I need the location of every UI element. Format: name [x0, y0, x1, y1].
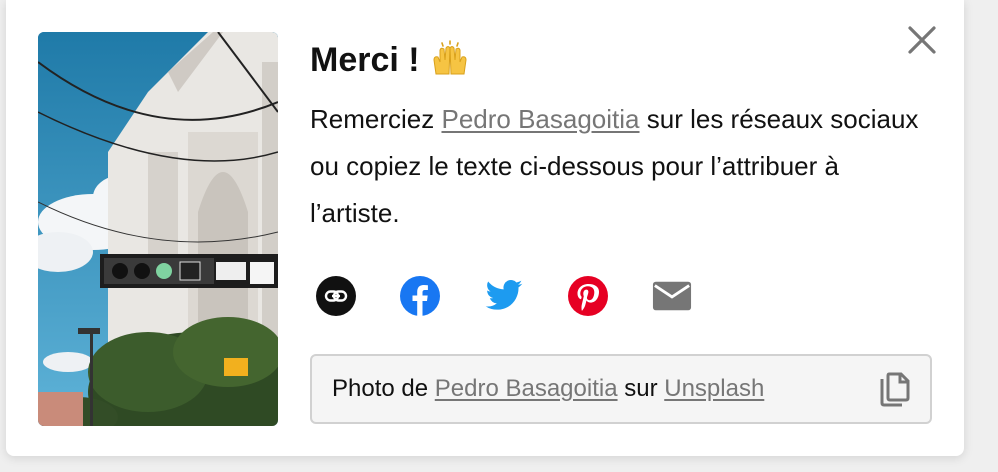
thanks-dialog: Merci ! Remerciez Pedro Basagoitia sur l… [6, 0, 964, 456]
copy-link-button[interactable] [316, 276, 356, 316]
copy-icon [880, 372, 910, 407]
twitter-share-button[interactable] [484, 276, 524, 316]
street-photo-image [38, 32, 278, 426]
photo-thumbnail [38, 32, 278, 426]
dialog-description: Remerciez Pedro Basagoitia sur les résea… [310, 96, 930, 237]
link-icon [316, 276, 356, 316]
email-icon [652, 281, 692, 311]
twitter-icon [485, 280, 523, 310]
facebook-icon [400, 276, 440, 316]
raising-hands-emoji-icon [430, 40, 470, 80]
unsplash-link[interactable]: Unsplash [664, 375, 764, 403]
attribution-middle: sur [617, 375, 665, 402]
dialog-title: Merci ! [310, 40, 470, 80]
close-icon [908, 26, 936, 54]
dialog-title-text: Merci ! [310, 40, 420, 79]
pinterest-share-button[interactable] [568, 276, 608, 316]
email-share-button[interactable] [652, 276, 692, 316]
facebook-share-button[interactable] [400, 276, 440, 316]
desc-before: Remerciez [310, 104, 442, 134]
share-buttons [316, 276, 692, 316]
photographer-link[interactable]: Pedro Basagoitia [441, 104, 639, 134]
close-button[interactable] [904, 22, 940, 58]
attribution-photographer-link[interactable]: Pedro Basagoitia [435, 375, 618, 403]
attribution-box: Photo de Pedro Basagoitia sur Unsplash [310, 354, 932, 424]
attribution-prefix: Photo de [332, 375, 435, 402]
pinterest-icon [568, 276, 608, 316]
copy-attribution-button[interactable] [878, 372, 912, 408]
